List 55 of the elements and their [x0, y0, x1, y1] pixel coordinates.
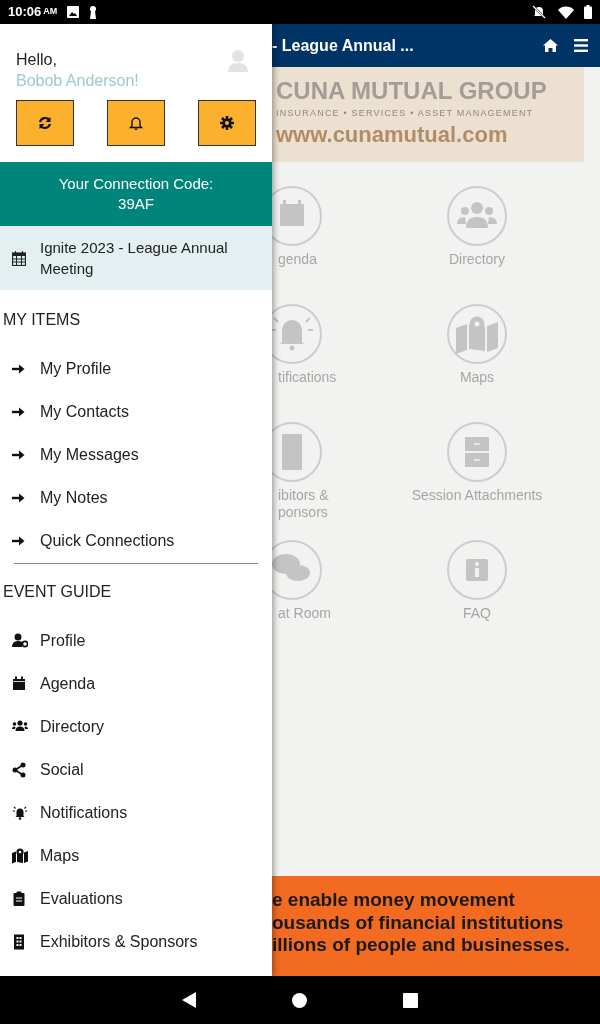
header-title: - League Annual ... [272, 35, 415, 56]
banner-url: www.cunamutual.com [276, 121, 508, 149]
arrow-right-icon [12, 362, 25, 375]
menu-item[interactable]: My Messages [0, 433, 272, 476]
menu-item[interactable]: My Profile [0, 347, 272, 390]
arrow-right-icon [12, 405, 25, 418]
back-icon[interactable] [182, 992, 196, 1008]
figure-icon [89, 5, 98, 19]
notifications-button[interactable] [107, 100, 165, 146]
section-heading: EVENT GUIDE [2, 581, 113, 602]
menu-item[interactable]: My Notes [0, 476, 272, 519]
ad-text: e enable money movement ousands of financial institutions illions of people and businesses. [272, 889, 571, 957]
wifi-icon [558, 5, 574, 19]
menu-item[interactable]: Exhibitors & Sponsors [0, 920, 272, 963]
menu-item[interactable]: Agenda [0, 662, 272, 705]
map-pin-icon [12, 847, 28, 864]
banner-tagline: INSURANCE • SERVICES • ASSET MANAGEMENT [276, 107, 534, 119]
section-heading: MY ITEMS [2, 309, 82, 330]
banner-title: CUNA MUTUAL GROUP [276, 76, 547, 106]
bell-icon [128, 115, 144, 131]
menu-item[interactable]: Maps [0, 834, 272, 877]
settings-button[interactable] [198, 100, 256, 146]
image-icon [67, 6, 80, 18]
battery-icon [584, 5, 592, 19]
user-name: Bobob Anderson! [16, 71, 139, 91]
arrow-right-icon [12, 491, 25, 504]
connection-code: 39AF [118, 194, 154, 214]
calendar-icon [12, 675, 28, 692]
clock: 10:06 [8, 3, 42, 22]
arrow-right-icon [12, 448, 25, 461]
menu-item[interactable]: Notifications [0, 791, 272, 834]
settings-icon [219, 115, 235, 131]
menu-item[interactable]: My Contacts [0, 390, 272, 433]
clock-period: AM [43, 5, 58, 19]
home-icon[interactable] [543, 39, 558, 52]
recents-icon[interactable] [403, 992, 418, 1008]
event-item[interactable]: Ignite 2023 - League Annual Meeting [0, 226, 272, 290]
menu-item[interactable]: Social [0, 748, 272, 791]
menu-item[interactable]: Evaluations [0, 877, 272, 920]
home-button-icon[interactable] [292, 992, 307, 1008]
menu-item[interactable]: Quick Connections [0, 519, 272, 562]
arrow-right-icon [12, 534, 25, 547]
muted-bell-icon [532, 5, 546, 19]
user-gear-icon [12, 632, 28, 649]
refresh-icon [37, 115, 53, 131]
bell-icon [12, 804, 28, 821]
clipboard-icon [12, 890, 28, 907]
connection-code-label: Your Connection Code: [58, 174, 214, 194]
menu-item[interactable]: Directory [0, 705, 272, 748]
menu-item[interactable]: Profile [0, 619, 272, 662]
menu-icon[interactable] [574, 39, 588, 52]
share-icon [12, 761, 28, 778]
calendar-icon [12, 250, 26, 266]
refresh-button[interactable] [16, 100, 74, 146]
greeting-text: Hello, [16, 50, 57, 70]
